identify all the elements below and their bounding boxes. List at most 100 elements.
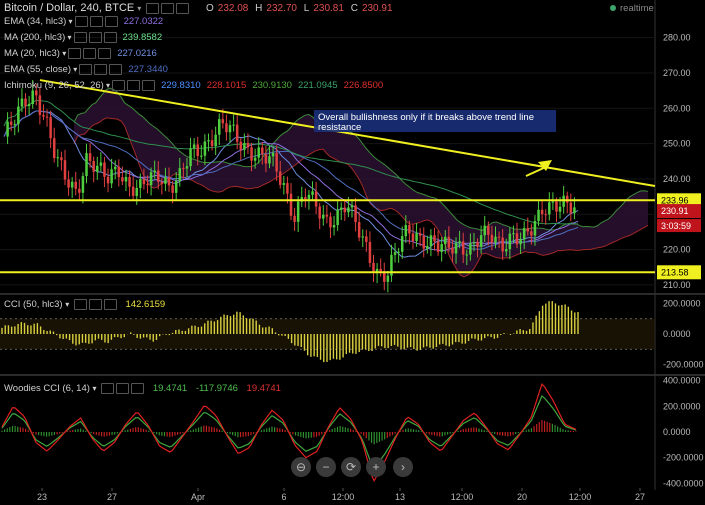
- candle-body: [20, 98, 24, 107]
- candle-body: [135, 187, 138, 196]
- legend-row[interactable]: EMA (55, close) ▾ 227.3440: [4, 63, 168, 77]
- candle-body: [444, 236, 447, 245]
- close-icon[interactable]: [98, 47, 112, 59]
- candle-body: [49, 117, 52, 139]
- close-icon[interactable]: [142, 79, 156, 91]
- candle-body: [182, 168, 185, 170]
- legend-value: 227.0216: [117, 48, 157, 59]
- eye-icon[interactable]: [101, 382, 115, 394]
- gear-icon[interactable]: [94, 63, 108, 75]
- candle-body: [27, 104, 31, 107]
- time-tick-label: 12:00: [451, 492, 474, 502]
- gear-icon[interactable]: [83, 47, 97, 59]
- close-icon[interactable]: [131, 382, 145, 394]
- time-tick-label: 12:00: [569, 492, 592, 502]
- chevron-down-icon[interactable]: ▾: [65, 33, 71, 42]
- woodies-cci-line: [1, 382, 577, 483]
- candle-body: [490, 234, 494, 243]
- candle-body: [271, 152, 275, 157]
- candle-body: [221, 119, 225, 124]
- cci-tick-label: -200.0000: [663, 359, 704, 369]
- eye-icon[interactable]: [68, 47, 82, 59]
- gear-icon[interactable]: [161, 2, 175, 14]
- candle-body: [540, 209, 544, 215]
- candle-body: [418, 233, 422, 236]
- woodies-tick-label: 0.0000: [663, 427, 691, 437]
- chevron-down-icon[interactable]: ▾: [104, 81, 110, 90]
- eye-icon[interactable]: [79, 63, 93, 75]
- candle-body: [483, 225, 486, 236]
- candle-body: [67, 179, 70, 188]
- gear-icon[interactable]: [88, 298, 102, 310]
- low-value: 230.81: [313, 3, 344, 14]
- candle-body: [131, 186, 135, 196]
- reset-button[interactable]: ⟳: [341, 457, 361, 477]
- eye-icon[interactable]: [74, 15, 88, 27]
- gear-icon[interactable]: [88, 31, 102, 43]
- candle-body: [121, 177, 124, 182]
- candle-body: [544, 214, 547, 216]
- price-tick-label: 210.00: [663, 280, 691, 290]
- close-icon[interactable]: [176, 2, 190, 14]
- close-icon[interactable]: [103, 31, 117, 43]
- candle-body: [537, 209, 540, 222]
- candle-body: [565, 195, 569, 203]
- legend-value: 227.3440: [128, 64, 168, 75]
- candle-body: [235, 124, 239, 142]
- candle-body: [24, 98, 27, 107]
- gear-icon[interactable]: [116, 382, 130, 394]
- candle-body: [210, 140, 214, 147]
- high-value: 232.70: [266, 3, 297, 14]
- candle-body: [117, 166, 121, 178]
- candle-body: [214, 134, 217, 147]
- candle-body: [282, 183, 286, 185]
- close-icon[interactable]: [109, 63, 123, 75]
- cci-legend[interactable]: CCI (50, hlc3) ▾ 142.6159: [4, 298, 165, 312]
- candle-body: [96, 165, 99, 172]
- close-icon[interactable]: [104, 15, 118, 27]
- legend-value: 227.0322: [123, 16, 164, 27]
- symbol-title[interactable]: Bitcoin / Dollar, 240, BTCE ▾: [4, 2, 190, 14]
- legend-value: 226.8500: [343, 80, 384, 91]
- zoom-in-button[interactable]: +: [366, 457, 386, 477]
- candle-body: [253, 157, 257, 161]
- candle-body: [501, 237, 504, 252]
- eye-icon[interactable]: [146, 2, 160, 14]
- legend-row[interactable]: MA (200, hlc3) ▾ 239.8582: [4, 31, 162, 45]
- candle-body: [397, 251, 400, 253]
- woodies-tick-label: -200.0000: [663, 453, 704, 463]
- candle-body: [171, 185, 174, 193]
- legend-row[interactable]: MA (20, hlc3) ▾ 227.0216: [4, 47, 157, 61]
- candle-body: [74, 181, 78, 189]
- realtime-dot-icon: [610, 5, 616, 12]
- candle-body: [522, 228, 526, 240]
- gear-icon[interactable]: [89, 15, 103, 27]
- candle-body: [293, 215, 296, 222]
- scroll-left-button[interactable]: −: [316, 457, 336, 477]
- candle-body: [404, 225, 408, 237]
- scroll-right-button[interactable]: ›: [393, 457, 413, 477]
- candle-body: [261, 147, 264, 155]
- candle-body: [311, 191, 314, 195]
- eye-icon[interactable]: [73, 298, 87, 310]
- woodies-legend[interactable]: Woodies CCI (6, 14) ▾ 19.4741 -117.9746 …: [4, 382, 281, 396]
- eye-icon[interactable]: [112, 79, 126, 91]
- legend-row[interactable]: EMA (34, hlc3) ▾ 227.0322: [4, 15, 163, 29]
- candle-body: [70, 181, 74, 188]
- close-icon[interactable]: [103, 298, 117, 310]
- candle-body: [99, 162, 103, 166]
- zoom-out-button[interactable]: ⊖: [291, 457, 311, 477]
- gear-icon[interactable]: [127, 79, 141, 91]
- candle-body: [347, 207, 350, 213]
- candle-body: [243, 143, 246, 150]
- eye-icon[interactable]: [73, 31, 87, 43]
- chevron-down-icon[interactable]: ▾: [66, 17, 73, 26]
- legend-row[interactable]: Ichimoku (9, 26, 52, 26) ▾ 229.8310 228.10…: [4, 79, 383, 93]
- chevron-down-icon[interactable]: ▾: [71, 65, 77, 74]
- candle-body: [275, 152, 278, 172]
- candle-body: [451, 247, 454, 254]
- legend-label: EMA (55, close): [4, 64, 72, 75]
- chevron-down-icon[interactable]: ▾: [60, 49, 66, 58]
- candle-body: [304, 197, 307, 200]
- candle-body: [160, 181, 164, 184]
